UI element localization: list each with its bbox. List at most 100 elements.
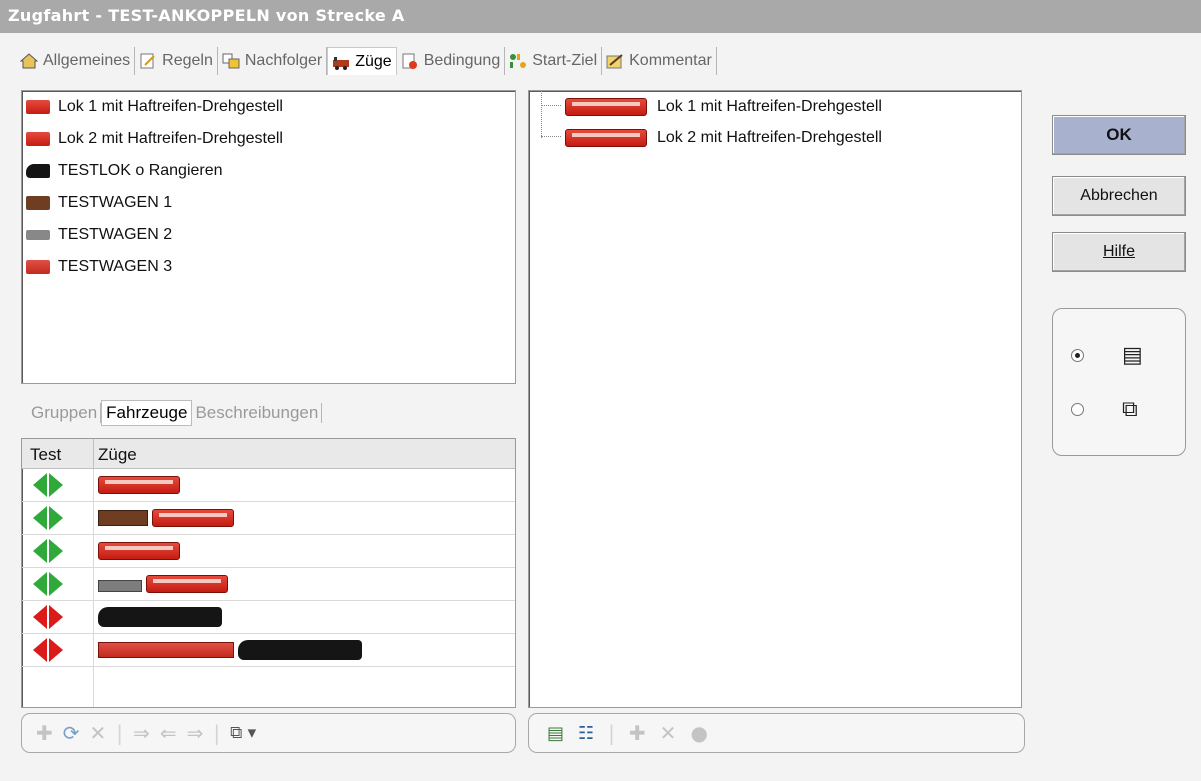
comment-icon [606, 53, 624, 69]
trains-cell[interactable] [94, 535, 180, 567]
vehicle-label: TESTWAGEN 3 [58, 258, 173, 275]
train-grid[interactable]: Test Züge [21, 438, 516, 708]
red-signal-icon [33, 638, 63, 662]
add-icon[interactable]: ✚ [629, 721, 646, 745]
tab-label: Nachfolger [244, 52, 323, 69]
column-header-zuege[interactable]: Züge [94, 439, 137, 468]
delete-icon[interactable]: ✕ [660, 721, 677, 745]
list-item[interactable]: TESTWAGEN 3 [22, 251, 515, 283]
subtab-gruppen[interactable]: Gruppen [28, 403, 102, 423]
steam-locomotive-icon [238, 640, 362, 660]
red-locomotive-icon [98, 542, 180, 560]
red-signal-icon [33, 605, 63, 629]
view-tiles-radio[interactable] [1071, 403, 1084, 416]
tab-label: Bedingung [423, 52, 501, 69]
tree-icon[interactable]: ☷ [578, 723, 594, 744]
tab-label: Regeln [162, 52, 213, 69]
table-row[interactable] [22, 601, 515, 634]
refresh-icon[interactable]: ⟳ [63, 721, 80, 745]
trains-cell[interactable] [94, 469, 180, 501]
table-row[interactable] [22, 469, 515, 502]
tab-label: Start-Ziel [532, 52, 598, 69]
copy-dropdown-icon[interactable]: ⧉ ▾ [230, 723, 256, 743]
tab-regeln[interactable]: Regeln [135, 47, 218, 75]
view-list-radio[interactable] [1071, 349, 1084, 362]
table-row[interactable] [22, 568, 515, 601]
tab-label: Allgemeines [43, 52, 131, 69]
list-item[interactable]: TESTWAGEN 1 [22, 187, 515, 219]
empty-row [22, 667, 515, 707]
column-header-test[interactable]: Test [22, 439, 94, 468]
grey-wagon-icon [26, 230, 50, 240]
tab-nachfolger[interactable]: Nachfolger [218, 47, 328, 75]
grid-header: Test Züge [22, 439, 515, 469]
red-locomotive-icon [146, 575, 228, 593]
red-locomotive-icon [152, 509, 234, 527]
vehicle-label: TESTLOK o Rangieren [58, 162, 223, 179]
steam-locomotive-icon [26, 164, 50, 178]
red-locomotive-icon [565, 128, 647, 147]
red-locomotive-icon [26, 132, 50, 146]
trains-cell[interactable] [94, 634, 362, 666]
test-cell[interactable] [22, 568, 94, 600]
left-toolbar: ✚ ⟳ ✕ | ⇒ ⇐ ⇒ | ⧉ ▾ [21, 713, 516, 753]
red-locomotive-icon [26, 100, 50, 114]
grey-wagon-icon [98, 580, 142, 592]
test-cell[interactable] [22, 601, 94, 633]
red-coach-icon [98, 642, 234, 658]
test-cell[interactable] [22, 634, 94, 666]
green-signal-icon [33, 572, 63, 596]
divider: | [213, 721, 221, 745]
train-tree[interactable]: Lok 1 mit Haftreifen-Drehgestell Lok 2 m… [528, 90, 1022, 708]
tree-item[interactable]: Lok 2 mit Haftreifen-Drehgestell [529, 122, 1021, 153]
table-row[interactable] [22, 634, 515, 667]
vehicle-list[interactable]: Lok 1 mit Haftreifen-Drehgestell Lok 2 m… [21, 90, 516, 384]
tab-zuege[interactable]: Züge [327, 47, 397, 75]
rules-icon [139, 53, 157, 69]
trains-cell[interactable] [94, 568, 228, 600]
trains-icon [332, 54, 350, 70]
test-cell[interactable] [22, 502, 94, 534]
tab-kommentar[interactable]: Kommentar [602, 47, 717, 75]
tree-item[interactable]: Lok 1 mit Haftreifen-Drehgestell [529, 91, 1021, 122]
test-cell[interactable] [22, 469, 94, 501]
list-item[interactable]: Lok 1 mit Haftreifen-Drehgestell [22, 91, 515, 123]
view-mode-group: ▤ ⧉ [1052, 308, 1186, 456]
red-coach-icon [26, 260, 50, 274]
subtab-fahrzeuge[interactable]: Fahrzeuge [101, 400, 193, 426]
subtab-strip: Gruppen Fahrzeuge Beschreibungen [28, 398, 323, 428]
ok-button[interactable]: OK [1052, 115, 1186, 155]
green-signal-icon [33, 506, 63, 530]
cancel-button[interactable]: Abbrechen [1052, 176, 1186, 216]
trains-cell[interactable] [94, 601, 222, 633]
brown-wagon-icon [98, 510, 148, 526]
new-item-icon[interactable]: ▤ [547, 723, 564, 744]
stop-icon[interactable]: ● [690, 721, 707, 745]
table-row[interactable] [22, 502, 515, 535]
vehicle-label: TESTWAGEN 1 [58, 194, 173, 211]
tab-bedingung[interactable]: Bedingung [397, 47, 506, 75]
list-item[interactable]: TESTWAGEN 2 [22, 219, 515, 251]
vehicle-label: Lok 1 mit Haftreifen-Drehgestell [58, 98, 283, 115]
start-goal-icon [509, 53, 527, 69]
list-item[interactable]: TESTLOK o Rangieren [22, 155, 515, 187]
delete-icon[interactable]: ✕ [90, 721, 107, 745]
arrow-left-icon[interactable]: ⇐ [160, 721, 177, 745]
arrow-right-icon[interactable]: ⇒ [133, 721, 150, 745]
help-button[interactable]: Hilfe [1052, 232, 1186, 272]
add-icon[interactable]: ✚ [36, 721, 53, 745]
divider: | [608, 721, 615, 745]
trains-cell[interactable] [94, 502, 234, 534]
subtab-beschreibungen[interactable]: Beschreibungen [192, 403, 323, 423]
list-item[interactable]: Lok 2 mit Haftreifen-Drehgestell [22, 123, 515, 155]
table-row[interactable] [22, 535, 515, 568]
tab-start-ziel[interactable]: Start-Ziel [505, 47, 603, 75]
test-cell[interactable] [22, 535, 94, 567]
tab-allgemeines[interactable]: Allgemeines [16, 47, 136, 75]
arrow-right-icon[interactable]: ⇒ [187, 721, 204, 745]
vehicle-label: Lok 2 mit Haftreifen-Drehgestell [58, 130, 283, 147]
successor-icon [222, 53, 240, 69]
tree-item-label: Lok 1 mit Haftreifen-Drehgestell [657, 97, 882, 115]
tree-item-label: Lok 2 mit Haftreifen-Drehgestell [657, 128, 882, 146]
red-locomotive-icon [565, 97, 647, 116]
